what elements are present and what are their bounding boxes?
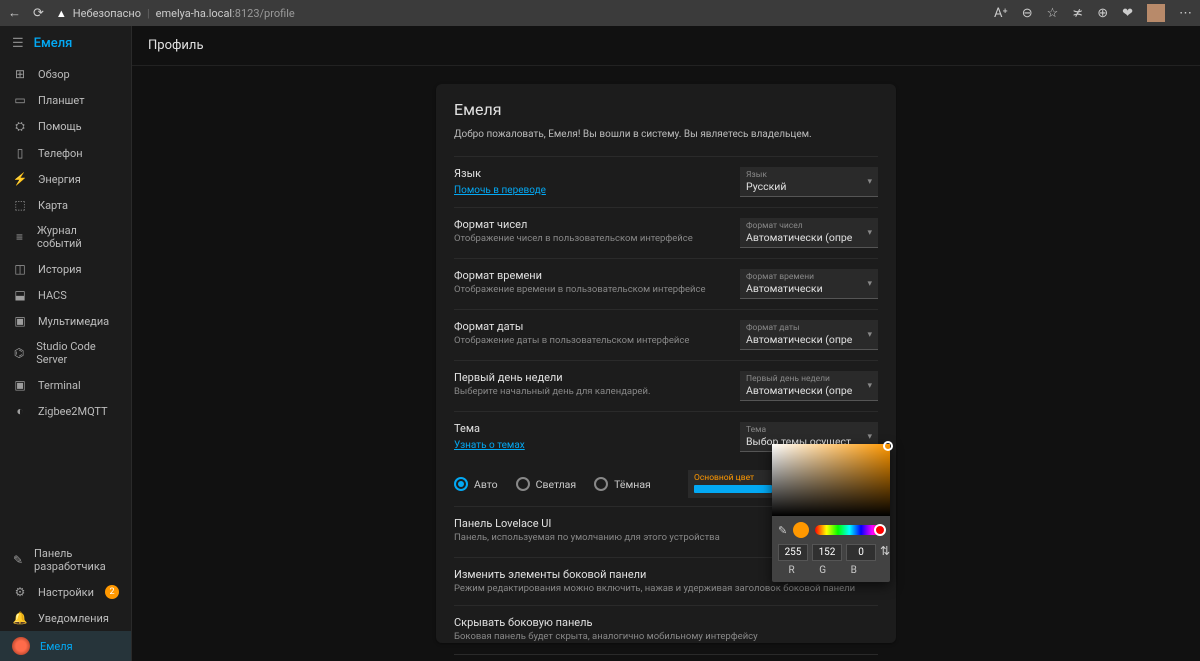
color-handle[interactable] <box>883 441 893 451</box>
url: emelya-ha.local:8123/profile <box>156 7 295 20</box>
sidebar-item-zigbee2mqtt[interactable]: ◐Zigbee2MQTT <box>0 398 131 424</box>
row-number-format: Формат чисел Отображение чисел в пользов… <box>454 207 878 258</box>
chevron-down-icon: ▾ <box>867 177 872 187</box>
sidebar-item-help[interactable]: ⛭Помощь <box>0 113 131 140</box>
sidebar-bottom: ✎Панель разработчика ⚙Настройки2 🔔Уведом… <box>0 541 131 661</box>
hue-handle[interactable] <box>874 524 886 536</box>
eyedropper-icon[interactable]: ✎ <box>778 524 787 537</box>
row-vibration: Вибрация Получать тактильный отклик при … <box>454 654 878 661</box>
sidebar-item-media[interactable]: ▣Мультимедиа <box>0 308 131 334</box>
row-date-format: Формат даты Отображение даты в пользоват… <box>454 309 878 360</box>
row-time-format: Формат времени Отображение времени в пол… <box>454 258 878 309</box>
date-format-select[interactable]: Формат даты Автоматически (опре ▾ <box>740 320 878 350</box>
wrench-icon: ✎ <box>12 553 24 567</box>
color-mode-switch[interactable]: ⇅ <box>880 544 890 561</box>
color-g-input[interactable] <box>812 544 842 561</box>
language-select[interactable]: Язык Русский ▾ <box>740 167 878 197</box>
list-icon: ≡ <box>12 230 27 244</box>
theme-mode-light[interactable]: Светлая <box>516 477 577 491</box>
chevron-down-icon: ▾ <box>867 228 872 238</box>
sidebar-item-energy[interactable]: ⚡Энергия <box>0 166 131 192</box>
sidebar-item-history[interactable]: ◫История <box>0 256 131 282</box>
color-picker[interactable]: ✎ ⇅ R G B <box>772 444 890 582</box>
terminal-icon: ▣ <box>12 378 28 392</box>
chevron-down-icon: ▾ <box>867 432 872 442</box>
profile-card: Емеля Добро пожаловать, Емеля! Вы вошли … <box>436 84 896 643</box>
sidebar-item-notifications[interactable]: 🔔Уведомления <box>0 605 131 631</box>
gear-icon: ⚙ <box>12 585 28 599</box>
color-b-input[interactable] <box>846 544 876 561</box>
theme-learn-link[interactable]: Узнать о темах <box>454 440 525 451</box>
favorite-icon[interactable]: ☆ <box>1047 6 1059 21</box>
help-translate-link[interactable]: Помочь в переводе <box>454 185 546 196</box>
car-icon: ⛭ <box>12 119 28 134</box>
color-saturation-area[interactable] <box>772 444 890 516</box>
primary-color-swatch[interactable]: Основной цвет <box>688 470 778 498</box>
hue-slider[interactable] <box>815 525 884 535</box>
dashboard-icon: ⊞ <box>12 67 28 81</box>
zoom-icon[interactable]: ⊖ <box>1022 6 1033 21</box>
refresh-icon[interactable]: ⟳ <box>33 6 44 21</box>
theme-mode-dark[interactable]: Тёмная <box>594 477 651 491</box>
content: Емеля Добро пожаловать, Емеля! Вы вошли … <box>132 66 1200 661</box>
row-first-day: Первый день недели Выберите начальный де… <box>454 360 878 411</box>
extensions-icon[interactable]: ❤ <box>1122 6 1133 21</box>
sidebar-item-vscode[interactable]: ⌬Studio Code Server <box>0 334 131 372</box>
row-hide-sidebar: Скрывать боковую панель Боковая панель б… <box>454 605 878 653</box>
insecure-label: Небезопасно <box>73 7 141 20</box>
insecure-icon: ▲ <box>56 7 67 20</box>
chevron-down-icon: ▾ <box>867 279 872 289</box>
row-language: Язык Помочь в переводе Язык Русский ▾ <box>454 156 878 207</box>
sidebar-item-logbook[interactable]: ≡Журнал событий <box>0 218 131 256</box>
collections-icon[interactable]: ⊕ <box>1097 6 1108 21</box>
media-icon: ▣ <box>12 314 28 328</box>
browser-toolbar: ← ⟳ ▲ Небезопасно | emelya-ha.local:8123… <box>0 0 1200 26</box>
bell-icon: 🔔 <box>12 611 28 625</box>
menu-icon[interactable]: ☰ <box>12 36 24 51</box>
settings-badge: 2 <box>105 585 119 599</box>
more-icon[interactable]: ⋯ <box>1179 6 1192 21</box>
chevron-down-icon: ▾ <box>867 330 872 340</box>
sidebar-item-hacs[interactable]: ⬓HACS <box>0 282 131 308</box>
sidebar: ☰ Емеля ⊞Обзор ▭Планшет ⛭Помощь ▯Телефон… <box>0 26 132 661</box>
chart-icon: ◫ <box>12 262 28 276</box>
chevron-down-icon: ▾ <box>867 381 872 391</box>
back-icon[interactable]: ← <box>8 5 21 21</box>
vscode-icon: ⌬ <box>12 346 26 360</box>
sidebar-item-map[interactable]: ⬚Карта <box>0 192 131 218</box>
sidebar-item-overview[interactable]: ⊞Обзор <box>0 61 131 87</box>
page-header: Профиль <box>132 26 1200 66</box>
sidebar-item-phone[interactable]: ▯Телефон <box>0 140 131 166</box>
sidebar-item-terminal[interactable]: ▣Terminal <box>0 372 131 398</box>
browser-actions: A⁺ ⊖ ☆ ≭ ⊕ ❤ ⋯ <box>994 4 1192 22</box>
sidebar-item-settings[interactable]: ⚙Настройки2 <box>0 579 131 605</box>
user-avatar-icon <box>12 637 30 655</box>
bolt-icon: ⚡ <box>12 172 28 186</box>
number-format-select[interactable]: Формат чисел Автоматически (опре ▾ <box>740 218 878 248</box>
favorites-bar-icon[interactable]: ≭ <box>1072 6 1083 21</box>
sidebar-item-tablet[interactable]: ▭Планшет <box>0 87 131 113</box>
first-day-select[interactable]: Первый день недели Автоматически (опре ▾ <box>740 371 878 401</box>
sidebar-title: Емеля <box>34 36 73 51</box>
map-icon: ⬚ <box>12 198 28 212</box>
current-color-swatch <box>793 522 809 538</box>
phone-icon: ▯ <box>12 146 28 160</box>
zigbee-icon: ◐ <box>12 404 28 418</box>
profile-title: Емеля <box>454 100 878 119</box>
address-bar[interactable]: ▲ Небезопасно | emelya-ha.local:8123/pro… <box>56 7 295 20</box>
browser-profile-avatar[interactable] <box>1147 4 1165 22</box>
welcome-text: Добро пожаловать, Емеля! Вы вошли в сист… <box>454 129 878 140</box>
read-aloud-icon[interactable]: A⁺ <box>994 6 1008 21</box>
sidebar-list: ⊞Обзор ▭Планшет ⛭Помощь ▯Телефон ⚡Энерги… <box>0 61 131 541</box>
theme-mode-auto[interactable]: Авто <box>454 477 498 491</box>
hacs-icon: ⬓ <box>12 288 28 302</box>
sidebar-item-devtools[interactable]: ✎Панель разработчика <box>0 541 131 579</box>
tablet-icon: ▭ <box>12 93 28 107</box>
time-format-select[interactable]: Формат времени Автоматически ▾ <box>740 269 878 299</box>
color-r-input[interactable] <box>778 544 808 561</box>
sidebar-item-profile[interactable]: Емеля <box>0 631 131 661</box>
separator: | <box>147 7 150 20</box>
main: Профиль Емеля Добро пожаловать, Емеля! В… <box>132 26 1200 661</box>
sidebar-header[interactable]: ☰ Емеля <box>0 26 131 61</box>
